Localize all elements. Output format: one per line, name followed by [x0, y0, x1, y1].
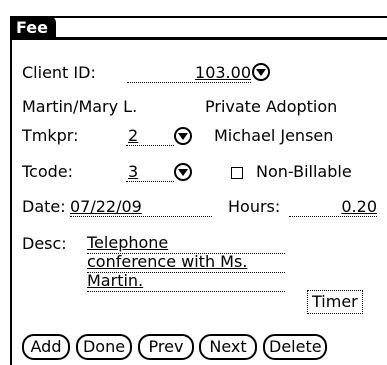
- tcode-dropdown-button[interactable]: [174, 163, 192, 181]
- desc-label: Desc:: [22, 234, 67, 253]
- client-id-dropdown-button[interactable]: [252, 63, 270, 81]
- tmkpr-value: 2: [128, 126, 139, 145]
- add-button[interactable]: Add: [22, 334, 70, 360]
- form-title: Fee: [10, 16, 56, 40]
- chevron-down-icon: [256, 68, 266, 76]
- tmkpr-dropdown-button[interactable]: [174, 127, 192, 145]
- desc-line-2-text: conference with Ms.: [87, 252, 248, 271]
- client-id-field[interactable]: 103.00: [127, 63, 251, 83]
- non-billable-checkbox[interactable]: [231, 167, 243, 179]
- date-field[interactable]: 07/22/09: [70, 197, 212, 217]
- desc-line-3-text: Martin.: [87, 271, 144, 290]
- date-label: Date:: [22, 197, 66, 216]
- non-billable-label: Non-Billable: [256, 162, 352, 181]
- next-button[interactable]: Next: [199, 334, 257, 360]
- timer-button[interactable]: Timer: [307, 290, 363, 314]
- desc-line-1-text: Telephone: [87, 233, 169, 252]
- chevron-down-icon: [178, 132, 188, 140]
- client-id-label: Client ID:: [22, 63, 96, 82]
- hours-value: 0.20: [341, 197, 377, 216]
- delete-button[interactable]: Delete: [263, 334, 327, 360]
- date-value: 07/22/09: [70, 197, 142, 216]
- hours-field[interactable]: 0.20: [289, 197, 377, 217]
- title-bar: Fee: [10, 16, 387, 40]
- tcode-label: Tcode:: [22, 162, 74, 181]
- desc-line-3[interactable]: Martin.: [87, 272, 285, 292]
- tcode-field[interactable]: 3: [126, 162, 174, 182]
- client-name: Martin/Mary L.: [22, 97, 138, 116]
- tmkpr-field[interactable]: 2: [126, 126, 174, 146]
- tmkpr-label: Tmkpr:: [22, 126, 79, 145]
- tcode-value: 3: [128, 162, 139, 181]
- client-id-value: 103.00: [195, 63, 251, 82]
- hours-label: Hours:: [228, 197, 281, 216]
- tmkpr-name: Michael Jensen: [214, 126, 334, 145]
- done-button[interactable]: Done: [76, 334, 132, 360]
- desc-line-2[interactable]: conference with Ms.: [87, 253, 285, 273]
- desc-line-1[interactable]: Telephone: [87, 234, 285, 254]
- matter-name: Private Adoption: [205, 97, 338, 116]
- fee-form-screen: Fee Client ID: 103.00 Martin/Mary L. Pri…: [0, 0, 387, 365]
- prev-button[interactable]: Prev: [138, 334, 194, 360]
- chevron-down-icon: [178, 168, 188, 176]
